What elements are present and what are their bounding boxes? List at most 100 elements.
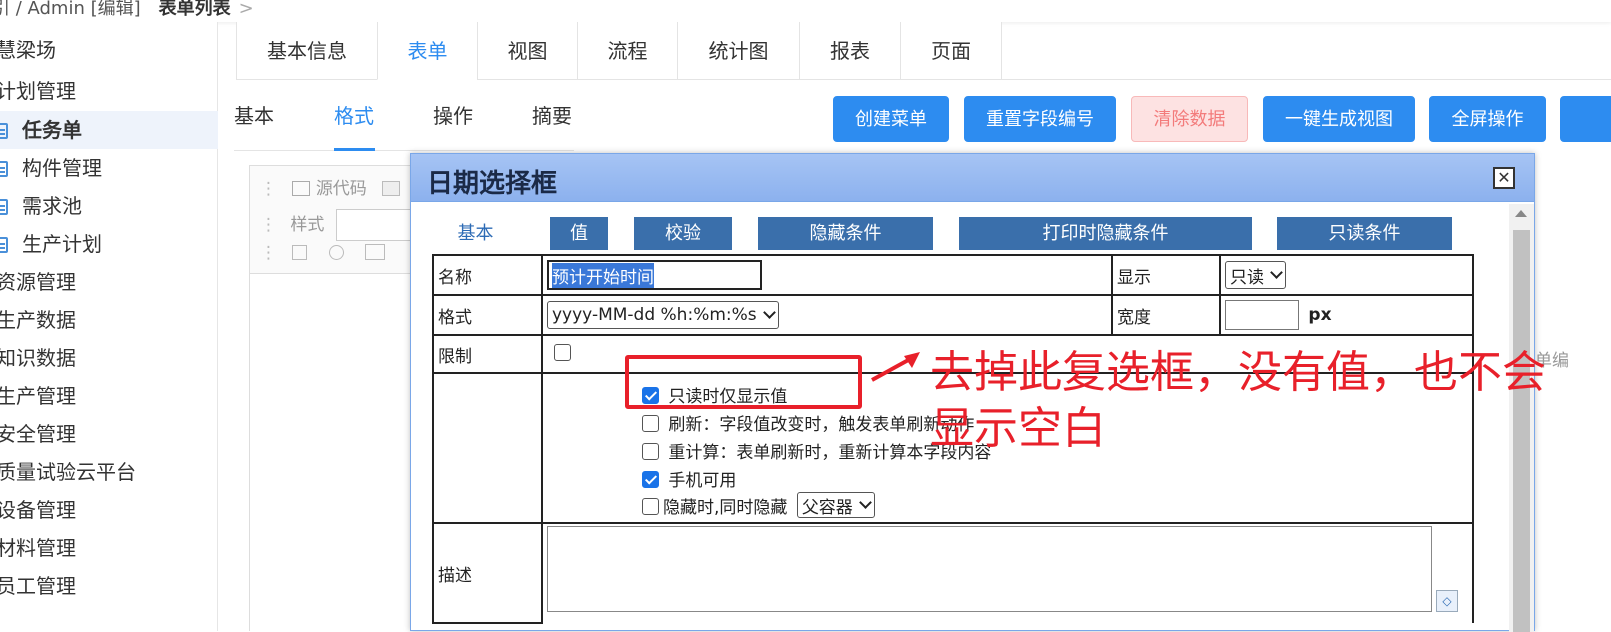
- sidebar-item-13[interactable]: 材料管理: [0, 529, 214, 567]
- subtab-summary[interactable]: 摘要: [532, 100, 572, 129]
- tab-page[interactable]: 页面: [900, 22, 1002, 80]
- hide-container-select[interactable]: 父容器: [796, 492, 875, 518]
- dialog-tab-value[interactable]: 值: [550, 217, 608, 250]
- sidebar-item-8[interactable]: 知识数据: [0, 339, 214, 377]
- recalculate-checkbox[interactable]: [642, 443, 659, 460]
- expand-editor-icon[interactable]: ◇: [1436, 590, 1458, 612]
- scroll-up-icon[interactable]: [1515, 210, 1527, 217]
- tab-flow[interactable]: 流程: [577, 22, 678, 80]
- width-input[interactable]: [1225, 300, 1299, 330]
- editor-controls-row: ⋮: [260, 243, 386, 263]
- tab-basic-info[interactable]: 基本信息: [236, 22, 378, 80]
- format-select[interactable]: yyyy-MM-dd %h:%m:%s: [547, 301, 779, 329]
- editor-style-row: ⋮ 样式: [260, 209, 426, 241]
- sidebar-item-10[interactable]: 安全管理: [0, 415, 214, 453]
- sidebar-item-label: 知识数据: [0, 346, 76, 370]
- option-hide-together[interactable]: 隐藏时,同时隐藏 父容器: [642, 492, 875, 518]
- name-label: 名称: [432, 254, 543, 296]
- annotation-arrow-icon: [871, 352, 920, 382]
- textfield-tool-icon[interactable]: [365, 244, 386, 260]
- tab-view[interactable]: 视图: [477, 22, 578, 80]
- sidebar-item-2[interactable]: 任务单: [0, 111, 218, 149]
- display-select-value: 只读: [1230, 267, 1264, 288]
- chevron-down-icon: [762, 306, 776, 319]
- subtab-action[interactable]: 操作: [433, 100, 473, 129]
- sidebar-item-4[interactable]: 需求池: [0, 187, 218, 225]
- annotation-highlight-box: [625, 355, 862, 409]
- sidebar-item-6[interactable]: 资源管理: [0, 263, 214, 301]
- radio-tool-icon[interactable]: [328, 245, 344, 260]
- sidebar-item-label: 生产数据: [0, 308, 76, 332]
- sidebar-item-label: 需求池: [22, 194, 82, 218]
- sidebar-item-0[interactable]: 慧梁场: [0, 31, 214, 69]
- sidebar: 慧梁场 计划管理 任务单 构件管理 需求池 生产计划 资源管理 生产数据 知识数…: [0, 22, 218, 631]
- dialog-tab-hide-condition[interactable]: 隐藏条件: [758, 217, 933, 250]
- more-button[interactable]: [1560, 96, 1611, 142]
- document-icon: [0, 237, 8, 253]
- sidebar-item-1[interactable]: 计划管理: [0, 72, 214, 110]
- name-field-value: 预计开始时间: [552, 262, 654, 288]
- option-refresh[interactable]: 刷新：字段值改变时，触发表单刷新动作: [642, 410, 974, 435]
- source-code-button[interactable]: 源代码: [316, 179, 367, 199]
- subtab-format[interactable]: 格式: [334, 100, 374, 129]
- option-label: 手机可用: [668, 471, 737, 491]
- source-code-icon[interactable]: [292, 181, 311, 196]
- options-label-cell: [432, 372, 543, 524]
- checkbox-tool-icon[interactable]: [292, 245, 308, 260]
- width-unit: px: [1308, 305, 1332, 325]
- sidebar-item-label: 资源管理: [0, 270, 76, 294]
- sidebar-item-7[interactable]: 生产数据: [0, 301, 214, 339]
- style-label: 样式: [290, 215, 325, 235]
- breadcrumb-current: 表单列表: [158, 0, 231, 19]
- limit-checkbox[interactable]: [554, 344, 571, 361]
- option-mobile-available[interactable]: 手机可用: [642, 466, 736, 491]
- name-field[interactable]: 预计开始时间: [547, 260, 762, 290]
- breadcrumb-separator: >: [238, 0, 254, 19]
- dialog-title: 日期选择框: [427, 169, 558, 199]
- chevron-down-icon: [858, 496, 872, 509]
- generate-view-button[interactable]: 一键生成视图: [1263, 96, 1415, 142]
- dialog-tab-print-hide-condition[interactable]: 打印时隐藏条件: [959, 217, 1252, 250]
- dialog-tab-validation[interactable]: 校验: [634, 217, 732, 250]
- mobile-available-checkbox[interactable]: [642, 471, 659, 488]
- option-label: 刷新：字段值改变时，触发表单刷新动作: [668, 415, 975, 435]
- tab-report[interactable]: 报表: [799, 22, 901, 80]
- chevron-down-icon: [1270, 266, 1283, 279]
- close-icon[interactable]: ✕: [1493, 167, 1515, 189]
- document-icon: [0, 161, 8, 177]
- sidebar-item-label: 生产管理: [0, 384, 76, 408]
- sidebar-item-5[interactable]: 生产计划: [0, 225, 218, 263]
- hide-together-checkbox[interactable]: [642, 497, 659, 515]
- subtabs-divider: [234, 150, 574, 151]
- tab-form[interactable]: 表单: [377, 22, 478, 80]
- dialog-tab-basic[interactable]: 基本: [427, 217, 524, 250]
- breadcrumb-left[interactable]: 引 / Admin [编辑]: [0, 0, 141, 19]
- format-select-value: yyyy-MM-dd %h:%m:%s: [552, 305, 757, 325]
- annotation-text: 去掉此复选框，没有值，也不会显示空白: [930, 347, 1546, 454]
- document-icon: [0, 123, 8, 139]
- breadcrumb: 引 / Admin [编辑] 表单列表 >: [0, 0, 254, 20]
- tab-chart[interactable]: 统计图: [677, 22, 800, 80]
- sidebar-item-label: 员工管理: [0, 574, 76, 598]
- description-label: 描述: [432, 522, 543, 624]
- dialog-tab-readonly-condition[interactable]: 只读条件: [1277, 217, 1452, 250]
- editor-canvas[interactable]: [250, 273, 418, 631]
- sidebar-item-12[interactable]: 设备管理: [0, 491, 214, 529]
- sidebar-item-9[interactable]: 生产管理: [0, 377, 214, 415]
- clear-data-button[interactable]: 清除数据: [1131, 96, 1248, 142]
- sidebar-item-label: 计划管理: [0, 79, 76, 103]
- create-menu-button[interactable]: 创建菜单: [833, 96, 949, 142]
- reset-field-number-button[interactable]: 重置字段编号: [964, 96, 1116, 142]
- refresh-checkbox[interactable]: [642, 415, 659, 432]
- description-textarea[interactable]: [547, 526, 1432, 612]
- sidebar-item-3[interactable]: 构件管理: [0, 149, 218, 187]
- sidebar-item-14[interactable]: 员工管理: [0, 567, 214, 605]
- fullscreen-button[interactable]: 全屏操作: [1429, 96, 1546, 142]
- sidebar-item-11[interactable]: 质量试验云平台: [0, 453, 214, 491]
- sidebar-item-label: 生产计划: [22, 232, 102, 256]
- format-label: 格式: [432, 294, 543, 336]
- dialog-titlebar[interactable]: 日期选择框 ✕: [411, 154, 1534, 202]
- subtab-basic[interactable]: 基本: [234, 100, 274, 129]
- display-select[interactable]: 只读: [1225, 261, 1286, 289]
- paste-icon[interactable]: [382, 181, 401, 196]
